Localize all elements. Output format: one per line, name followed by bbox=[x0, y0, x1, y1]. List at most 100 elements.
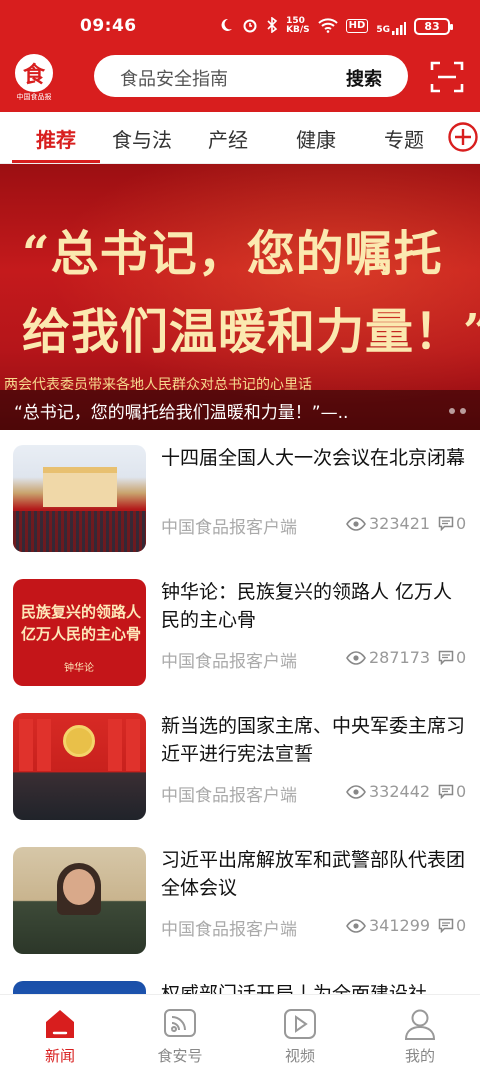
news-comments: 0 bbox=[438, 514, 466, 533]
nav-food-safety[interactable]: 食安号 bbox=[120, 995, 240, 1072]
comments-count: 0 bbox=[456, 514, 467, 533]
emblem-image bbox=[63, 725, 95, 757]
views-count: 332442 bbox=[369, 782, 431, 801]
news-source: 中国食品报客户端 bbox=[161, 786, 297, 806]
banner-headline-line2: 给我们温暖和力量！” bbox=[22, 304, 480, 360]
add-tab-icon[interactable] bbox=[447, 121, 479, 153]
tab-recommend[interactable]: 推荐 bbox=[36, 124, 76, 153]
comment-icon bbox=[438, 784, 454, 799]
moon-icon bbox=[218, 17, 234, 35]
face-image bbox=[63, 869, 95, 905]
search-input[interactable]: 食品安全指南 bbox=[120, 65, 228, 91]
news-views: 287173 bbox=[346, 648, 430, 667]
nav-label: 视频 bbox=[284, 1047, 315, 1065]
wifi-icon bbox=[317, 17, 338, 35]
logo-mark: 食 bbox=[15, 54, 53, 92]
battery-indicator: 83 bbox=[414, 17, 453, 35]
status-time: 09:46 bbox=[80, 16, 137, 36]
scan-icon[interactable] bbox=[430, 60, 464, 94]
carousel-dots bbox=[449, 408, 466, 414]
carousel-dot[interactable] bbox=[460, 408, 466, 414]
search-bar[interactable]: 食品安全指南 搜索 bbox=[94, 55, 408, 97]
news-list-item[interactable]: 习近平出席解放军和武警部队代表团全体会议 中国食品报客户端 341299 0 bbox=[0, 832, 480, 966]
news-list-item[interactable]: 十四届全国人大一次会议在北京闭幕 中国食品报客户端 323421 0 bbox=[0, 430, 480, 564]
news-list-item[interactable]: 新当选的国家主席、中央军委主席习近平进行宪法宣誓 中国食品报客户端 332442… bbox=[0, 698, 480, 832]
comments-count: 0 bbox=[456, 782, 467, 801]
flag-image bbox=[19, 719, 33, 771]
news-views: 323421 bbox=[346, 514, 430, 533]
banner-headline-line1: “总书记，您的嘱托 bbox=[22, 226, 443, 282]
news-source: 中国食品报客户端 bbox=[161, 920, 297, 940]
seats-image bbox=[13, 511, 146, 552]
tab-industry[interactable]: 产经 bbox=[208, 124, 248, 153]
nav-profile[interactable]: 我的 bbox=[360, 995, 480, 1072]
news-title: 钟华论：民族复兴的领路人 亿万人民的主心骨 bbox=[161, 581, 453, 631]
signal-icon: 5G bbox=[376, 17, 406, 35]
news-thumbnail: 民族复兴的领路人 亿万人民的主心骨 钟华论 bbox=[13, 579, 146, 686]
news-views: 332442 bbox=[346, 782, 430, 801]
news-title: 十四届全国人大一次会议在北京闭幕 bbox=[161, 447, 466, 469]
eye-icon bbox=[346, 784, 366, 799]
news-comments: 0 bbox=[438, 782, 466, 801]
news-thumbnail bbox=[13, 981, 146, 994]
news-source: 中国食品报客户端 bbox=[161, 518, 297, 538]
thumbnail-text: 民族复兴的领路人 亿万人民的主心骨 bbox=[21, 603, 142, 643]
news-thumbnail bbox=[13, 713, 146, 820]
tab-health[interactable]: 健康 bbox=[296, 124, 336, 153]
nav-label: 食安号 bbox=[157, 1047, 203, 1065]
tab-topics[interactable]: 专题 bbox=[384, 124, 424, 153]
status-icons: 150 KB/S HD 5G 83 bbox=[218, 16, 453, 36]
bottom-navigation: 新闻 食安号 视频 我的 bbox=[0, 994, 480, 1072]
eye-icon bbox=[346, 918, 366, 933]
comment-icon bbox=[438, 650, 454, 665]
news-thumbnail bbox=[13, 847, 146, 954]
app-logo[interactable]: 食 中国食品报 bbox=[12, 54, 56, 101]
bluetooth-icon bbox=[266, 16, 278, 35]
eye-icon bbox=[346, 650, 366, 665]
flag-image bbox=[126, 719, 140, 771]
nav-label: 我的 bbox=[404, 1047, 435, 1065]
banner-caption[interactable]: “总书记，您的嘱托给我们温暖和力量！”—.. bbox=[14, 398, 424, 423]
news-source: 中国食品报客户端 bbox=[161, 652, 297, 672]
alarm-icon bbox=[242, 17, 258, 35]
comment-icon bbox=[438, 516, 454, 531]
headline-banner[interactable]: “总书记，您的嘱托 给我们温暖和力量！” 两会代表委员带来各地人民群众对总书记的… bbox=[0, 164, 480, 430]
comment-icon bbox=[438, 918, 454, 933]
network-speed: 150 KB/S bbox=[286, 17, 310, 35]
news-views: 341299 bbox=[346, 916, 430, 935]
news-title: 权威部门话开局丨为全面建设社 bbox=[161, 983, 428, 994]
home-icon bbox=[42, 1007, 78, 1041]
flag-image bbox=[37, 719, 51, 771]
comments-count: 0 bbox=[456, 916, 467, 935]
views-count: 287173 bbox=[369, 648, 431, 667]
active-tab-indicator bbox=[12, 160, 100, 163]
nav-news[interactable]: 新闻 bbox=[0, 995, 120, 1072]
views-count: 341299 bbox=[369, 916, 431, 935]
thumbnail-seal: 钟华论 bbox=[64, 663, 94, 674]
user-icon bbox=[402, 1007, 438, 1041]
flag-image bbox=[108, 719, 122, 771]
speed-unit: KB/S bbox=[286, 25, 310, 35]
news-title: 习近平出席解放军和武警部队代表团全体会议 bbox=[161, 849, 466, 899]
comments-count: 0 bbox=[456, 648, 467, 667]
network-type: 5G bbox=[376, 25, 390, 35]
tab-food-law[interactable]: 食与法 bbox=[112, 124, 172, 153]
news-title: 新当选的国家主席、中央军委主席习近平进行宪法宣誓 bbox=[161, 715, 466, 765]
nav-label: 新闻 bbox=[44, 1047, 75, 1065]
status-bar: 09:46 150 KB/S HD 5G 83 bbox=[0, 0, 480, 52]
news-comments: 0 bbox=[438, 648, 466, 667]
hd-icon: HD bbox=[345, 19, 369, 33]
news-list-item[interactable]: 民族复兴的领路人 亿万人民的主心骨 钟华论 钟华论：民族复兴的领路人 亿万人民的… bbox=[0, 564, 480, 698]
news-thumbnail bbox=[13, 445, 146, 552]
app-header: 09:46 150 KB/S HD 5G 83 食 中国食品报 食品安全指南 搜… bbox=[0, 0, 480, 112]
news-list-item[interactable]: 权威部门话开局丨为全面建设社 bbox=[0, 966, 480, 994]
nav-video[interactable]: 视频 bbox=[240, 995, 360, 1072]
logo-text: 中国食品报 bbox=[16, 93, 52, 101]
eye-icon bbox=[346, 516, 366, 531]
carousel-dot[interactable] bbox=[449, 408, 455, 414]
broadcast-icon bbox=[162, 1007, 198, 1041]
play-icon bbox=[282, 1007, 318, 1041]
views-count: 323421 bbox=[369, 514, 431, 533]
hall-image bbox=[43, 467, 117, 507]
search-button[interactable]: 搜索 bbox=[346, 65, 382, 91]
